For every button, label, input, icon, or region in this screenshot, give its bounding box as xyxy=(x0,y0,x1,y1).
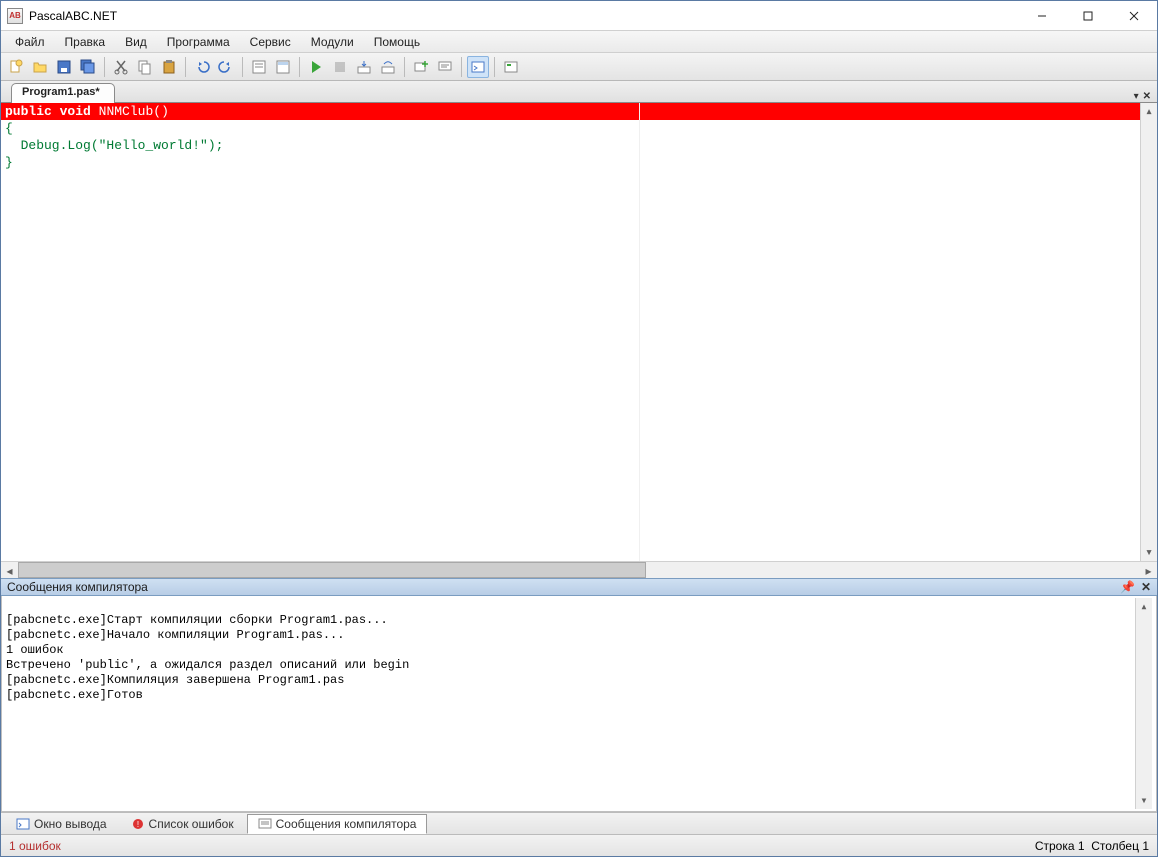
scroll-up-icon[interactable]: ▴ xyxy=(1136,598,1152,615)
save-all-icon[interactable] xyxy=(77,56,99,78)
svg-text:!: ! xyxy=(136,820,138,829)
menu-help[interactable]: Помощь xyxy=(364,33,430,51)
pin-icon[interactable]: 📌 xyxy=(1120,580,1135,594)
maximize-button[interactable] xyxy=(1065,1,1111,31)
compiler-messages-icon xyxy=(258,817,272,831)
menu-program[interactable]: Программа xyxy=(157,33,240,51)
scroll-left-icon[interactable]: ◂ xyxy=(1,562,18,579)
tab-close-icon[interactable]: ✕ xyxy=(1143,91,1151,102)
title-bar: AB PascalABC.NET xyxy=(1,1,1157,31)
scroll-right-icon[interactable]: ▸ xyxy=(1140,562,1157,579)
toolbar xyxy=(1,53,1157,81)
window-title: PascalABC.NET xyxy=(29,9,117,23)
code-line-error: public void NNMClub() xyxy=(1,103,1140,120)
new-file-icon[interactable] xyxy=(5,56,27,78)
scroll-thumb[interactable] xyxy=(18,562,646,578)
status-bar: 1 ошибок Строка 1 Столбец 1 xyxy=(1,834,1157,856)
code-line: Debug.Log("Hello_world!"); xyxy=(1,137,1140,154)
paste-icon[interactable] xyxy=(158,56,180,78)
menu-edit[interactable]: Правка xyxy=(55,33,116,51)
properties-icon[interactable] xyxy=(248,56,270,78)
app-icon: AB xyxy=(7,8,23,24)
editor-split-marker xyxy=(639,103,640,561)
module-icon[interactable] xyxy=(500,56,522,78)
toolbar-separator xyxy=(185,57,186,77)
bottom-tab-label: Сообщения компилятора xyxy=(276,817,417,831)
toolbar-separator xyxy=(461,57,462,77)
scroll-track[interactable] xyxy=(18,562,1140,578)
menu-view[interactable]: Вид xyxy=(115,33,157,51)
output-icon xyxy=(16,817,30,831)
comment-icon[interactable] xyxy=(434,56,456,78)
panel-close-icon[interactable]: ✕ xyxy=(1141,580,1151,594)
scroll-down-icon[interactable]: ▾ xyxy=(1136,792,1152,809)
step-over-icon[interactable] xyxy=(377,56,399,78)
bottom-tab-bar: Окно вывода ! Список ошибок Сообщения ко… xyxy=(1,812,1157,834)
cut-icon[interactable] xyxy=(110,56,132,78)
toolbar-separator xyxy=(494,57,495,77)
scroll-track[interactable] xyxy=(1136,615,1152,792)
add-watch-icon[interactable] xyxy=(410,56,432,78)
save-icon[interactable] xyxy=(53,56,75,78)
bottom-tab-label: Окно вывода xyxy=(34,817,107,831)
menu-file[interactable]: Файл xyxy=(5,33,55,51)
code-editor[interactable]: public void NNMClub() { Debug.Log("Hello… xyxy=(1,103,1157,561)
editor-tab-active[interactable]: Program1.pas* xyxy=(11,83,115,103)
editor-tab-bar: Program1.pas* ▾ ✕ xyxy=(1,81,1157,103)
panel-vertical-scrollbar[interactable]: ▴ ▾ xyxy=(1135,598,1152,809)
compiler-panel-header: Сообщения компилятора 📌 ✕ xyxy=(1,578,1157,596)
toolbar-separator xyxy=(299,57,300,77)
editor-vertical-scrollbar[interactable]: ▴ ▾ xyxy=(1140,103,1157,561)
compiler-panel-title: Сообщения компилятора xyxy=(7,580,148,594)
scroll-up-icon[interactable]: ▴ xyxy=(1141,103,1157,120)
status-cursor-position: Строка 1 Столбец 1 xyxy=(1035,839,1149,853)
bottom-tab-output[interactable]: Окно вывода xyxy=(5,814,118,834)
toolbar-separator xyxy=(404,57,405,77)
stop-icon[interactable] xyxy=(329,56,351,78)
menu-bar: Файл Правка Вид Программа Сервис Модули … xyxy=(1,31,1157,53)
compiler-panel-body: [pabcnetc.exe]Старт компиляции сборки Pr… xyxy=(1,596,1157,812)
toolbar-separator xyxy=(104,57,105,77)
status-error-count: 1 ошибок xyxy=(9,839,61,853)
editor-horizontal-scrollbar[interactable]: ◂ ▸ xyxy=(1,561,1157,578)
code-line: } xyxy=(1,154,1140,171)
menu-service[interactable]: Сервис xyxy=(240,33,301,51)
step-into-icon[interactable] xyxy=(353,56,375,78)
open-folder-icon[interactable] xyxy=(29,56,51,78)
toolbar-separator xyxy=(242,57,243,77)
scroll-track[interactable] xyxy=(1141,120,1157,544)
compiler-output-text[interactable]: [pabcnetc.exe]Старт компиляции сборки Pr… xyxy=(6,598,1135,809)
copy-icon[interactable] xyxy=(134,56,156,78)
error-list-icon: ! xyxy=(131,817,145,831)
menu-modules[interactable]: Модули xyxy=(301,33,364,51)
output-window-icon[interactable] xyxy=(467,56,489,78)
scroll-down-icon[interactable]: ▾ xyxy=(1141,544,1157,561)
bottom-tab-compiler[interactable]: Сообщения компилятора xyxy=(247,814,428,834)
bottom-tab-errors[interactable]: ! Список ошибок xyxy=(120,814,245,834)
find-icon[interactable] xyxy=(272,56,294,78)
redo-icon[interactable] xyxy=(215,56,237,78)
code-line: { xyxy=(1,120,1140,137)
minimize-button[interactable] xyxy=(1019,1,1065,31)
bottom-tab-label: Список ошибок xyxy=(149,817,234,831)
undo-icon[interactable] xyxy=(191,56,213,78)
tab-dropdown-icon[interactable]: ▾ xyxy=(1134,91,1139,102)
run-icon[interactable] xyxy=(305,56,327,78)
close-button[interactable] xyxy=(1111,1,1157,31)
